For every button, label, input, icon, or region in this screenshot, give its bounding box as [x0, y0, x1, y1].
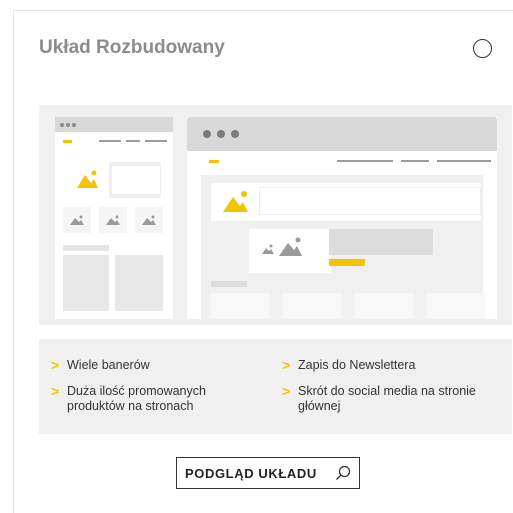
product-card-placeholder: [283, 293, 341, 319]
chevron-right-icon: >: [51, 383, 60, 399]
chevron-right-icon: >: [51, 357, 60, 373]
menu-line: [145, 140, 167, 142]
feature-label: Skrót do social media na stronie głównej: [298, 384, 476, 413]
image-icon: [142, 215, 156, 225]
window-dot: [66, 123, 70, 127]
desktop-mockup: [187, 117, 497, 325]
product-card-placeholder: [355, 293, 413, 319]
text-placeholder: [211, 281, 247, 287]
product-card-placeholder: [115, 255, 163, 311]
menu-line: [99, 140, 121, 142]
product-card-placeholder: [211, 293, 269, 319]
layout-title: Układ Rozbudowany: [39, 37, 225, 58]
select-layout-radio[interactable]: [473, 39, 492, 58]
banner-text-box: [259, 187, 481, 215]
layout-card: Układ Rozbudowany > Wiele banerów > Zapi…: [13, 10, 513, 513]
menu-line: [401, 160, 429, 162]
product-card-placeholder: [427, 293, 485, 319]
logo-placeholder: [63, 140, 72, 143]
image-icon: [77, 170, 98, 188]
window-dot: [217, 130, 225, 138]
image-icon: [262, 244, 274, 254]
chevron-right-icon: >: [282, 357, 291, 373]
product-text-placeholder: [329, 229, 433, 255]
menu-line: [337, 160, 393, 162]
product-card-placeholder: [63, 255, 109, 311]
menu-line: [126, 140, 140, 142]
window-dot: [60, 123, 64, 127]
window-dot: [72, 123, 76, 127]
window-dot: [231, 130, 239, 138]
feature-label: Zapis do Newslettera: [298, 358, 416, 372]
feature-label: Wiele banerów: [67, 358, 150, 372]
image-icon: [223, 191, 248, 212]
image-icon: [279, 237, 302, 256]
banner-text-box: [111, 165, 161, 195]
image-icon: [106, 215, 120, 225]
window-dot: [203, 130, 211, 138]
preview-layout-button-label: PODGLĄD UKŁADU: [185, 466, 317, 481]
layout-preview: [39, 105, 512, 325]
chevron-right-icon: >: [282, 383, 291, 399]
image-icon: [70, 215, 84, 225]
text-placeholder: [63, 245, 109, 251]
mobile-mockup: [55, 117, 173, 319]
search-icon: [336, 465, 351, 480]
product-cta-placeholder: [329, 259, 365, 266]
logo-placeholder: [209, 160, 219, 163]
preview-layout-button[interactable]: PODGLĄD UKŁADU: [176, 457, 360, 489]
features-list: > Wiele banerów > Zapis do Newslettera >…: [39, 339, 512, 434]
feature-label: Duża ilość promowanych produktów na stro…: [67, 384, 206, 413]
menu-line: [437, 160, 491, 162]
